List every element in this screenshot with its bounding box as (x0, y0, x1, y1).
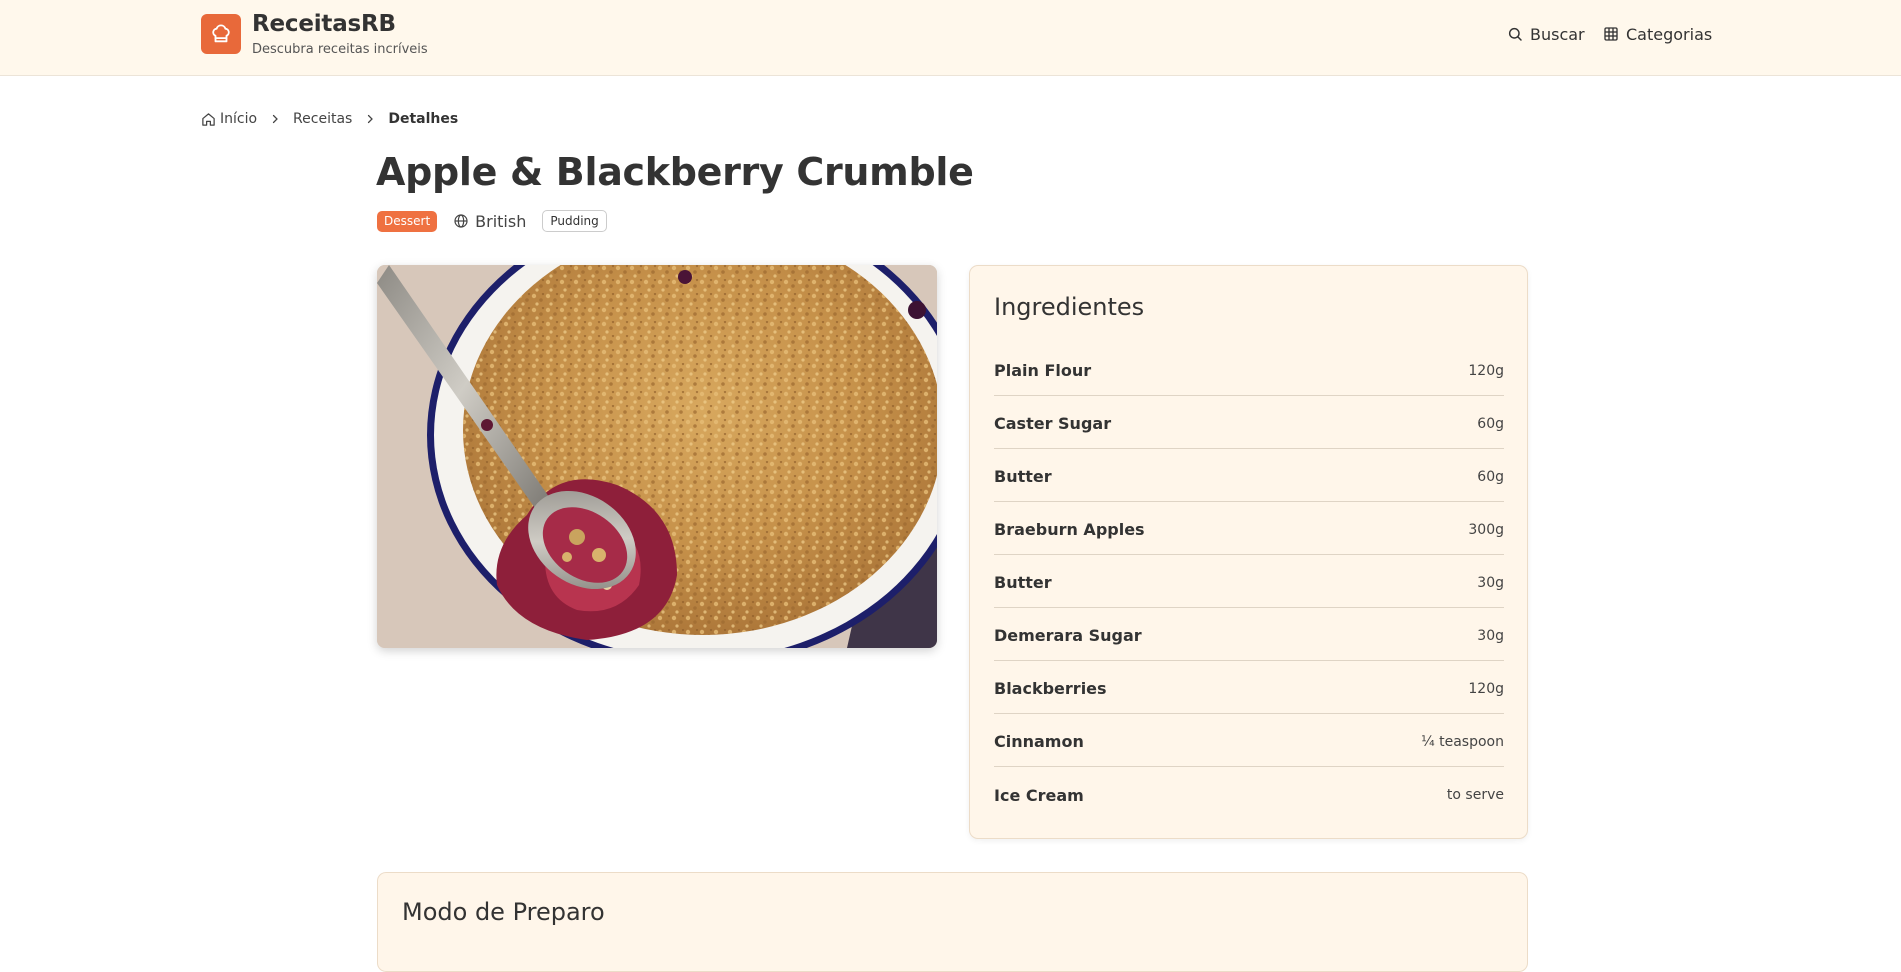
ingredient-name: Braeburn Apples (994, 520, 1145, 539)
recipe-meta: Dessert British Pudding (377, 209, 607, 233)
ingredient-measure: 120g (1468, 362, 1504, 379)
ingredient-row: Blackberries 120g (994, 662, 1504, 714)
brand-name[interactable]: ReceitasRB (252, 11, 396, 37)
recipe-title: Apple & Blackberry Crumble (376, 150, 974, 194)
breadcrumb-home[interactable]: Início (201, 111, 257, 127)
ingredient-name: Caster Sugar (994, 414, 1112, 433)
ingredients-card: Ingredientes Plain Flour 120g Caster Sug… (969, 265, 1528, 839)
ingredient-measure: 30g (1477, 627, 1504, 644)
ingredient-measure: 60g (1477, 468, 1504, 485)
home-icon (202, 112, 215, 126)
ingredient-name: Demerara Sugar (994, 626, 1142, 645)
ingredient-name: Butter (994, 573, 1052, 592)
ingredient-name: Ice Cream (994, 785, 1084, 805)
tag-badge[interactable]: Pudding (542, 210, 607, 232)
nav-search-link[interactable]: Buscar (1507, 23, 1585, 45)
origin-text: British (475, 211, 527, 231)
ingredient-measure: 30g (1477, 574, 1504, 591)
preparation-card: Modo de Preparo (377, 872, 1528, 972)
grid-icon (1604, 27, 1618, 41)
ingredient-row: Cinnamon ¼ teaspoon (994, 715, 1504, 767)
ingredient-measure: ¼ teaspoon (1421, 733, 1504, 750)
ingredient-measure: 300g (1468, 521, 1504, 538)
origin-label: British (453, 212, 526, 231)
logo[interactable] (201, 14, 241, 54)
search-icon (1508, 27, 1522, 41)
chevron-right-icon (364, 113, 376, 125)
breadcrumb: Início Receitas Detalhes (201, 108, 458, 130)
site-header: ReceitasRB Descubra receitas incríveis B… (0, 0, 1901, 76)
breadcrumb-recipes[interactable]: Receitas (293, 111, 352, 127)
chevron-right-icon (269, 113, 281, 125)
ingredient-row: Butter 60g (994, 450, 1504, 502)
ingredient-name: Blackberries (994, 679, 1107, 698)
ingredient-row: Plain Flour 120g (994, 344, 1504, 396)
ingredient-name: Butter (994, 467, 1052, 486)
ingredient-row: Braeburn Apples 300g (994, 503, 1504, 555)
nav-search-label: Buscar (1530, 24, 1585, 44)
brand-tagline: Descubra receitas incríveis (252, 42, 428, 57)
ingredient-row: Butter 30g (994, 556, 1504, 608)
ingredient-row: Ice Cream to serve (994, 768, 1504, 820)
breadcrumb-current: Detalhes (388, 111, 459, 127)
ingredient-list: Plain Flour 120g Caster Sugar 60g Butter… (994, 344, 1504, 821)
breadcrumb-home-label: Início (220, 111, 258, 127)
recipe-photo (377, 265, 937, 648)
preparation-title: Modo de Preparo (402, 898, 605, 926)
ingredient-measure: to serve (1446, 787, 1504, 803)
ingredient-name: Cinnamon (994, 732, 1084, 751)
ingredient-measure: 60g (1477, 415, 1504, 432)
ingredient-row: Caster Sugar 60g (994, 397, 1504, 449)
ingredients-title: Ingredientes (994, 293, 1145, 321)
nav-categories-label: Categorias (1626, 24, 1713, 44)
ingredient-row: Demerara Sugar 30g (994, 609, 1504, 661)
globe-icon (454, 214, 468, 228)
chef-hat-icon (212, 24, 230, 43)
category-badge[interactable]: Dessert (377, 210, 438, 232)
ingredient-measure: 120g (1468, 680, 1504, 697)
ingredient-name: Plain Flour (994, 361, 1092, 380)
nav-categories-link[interactable]: Categorias (1603, 23, 1712, 45)
